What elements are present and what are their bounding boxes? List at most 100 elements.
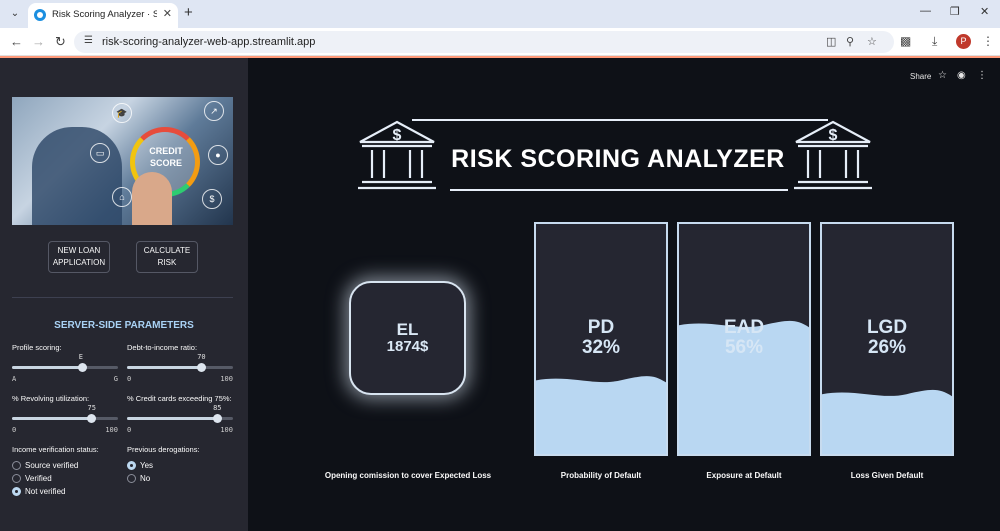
lgd-gauge-text: LGD 26%	[822, 318, 952, 359]
radio-option-no[interactable]: No	[127, 474, 237, 487]
lgd-gauge: LGD 26%	[820, 222, 954, 456]
radio-option-verified[interactable]: Verified	[12, 474, 122, 487]
sidebar: CREDIT SCORE 🎓 ▭ ⌂ ↗ ● $ NEW LOAN APPLIC…	[0, 58, 248, 531]
slider-value: 85	[213, 404, 222, 412]
slider-min: 0	[12, 426, 17, 434]
debt-to-income-slider: Debt-to-income ratio: 70 0 100	[127, 343, 233, 383]
slider-label: % Revolving utilization:	[12, 394, 90, 403]
slider-min: 0	[127, 375, 132, 383]
slider-value: 70	[197, 353, 206, 361]
profile-avatar[interactable]: P	[956, 34, 971, 49]
slider-track[interactable]	[127, 363, 233, 372]
extensions-icon[interactable]: ▩	[900, 34, 911, 48]
card-icon: ▭	[90, 143, 110, 163]
radio-button-selected[interactable]	[127, 461, 136, 470]
pointing-hand-graphic	[132, 172, 172, 225]
new-loan-button-line2: APPLICATION	[52, 258, 106, 267]
slider-fill	[127, 417, 218, 420]
server-side-parameters-title: SERVER-SIDE PARAMETERS	[54, 320, 194, 331]
hand-coin-icon: $	[202, 189, 222, 209]
expected-loss-card: EL 1874$	[349, 281, 466, 395]
slider-label: Debt-to-income ratio:	[127, 343, 198, 352]
graduation-cap-icon: 🎓	[112, 103, 132, 123]
calculate-risk-button[interactable]: CALCULATE RISK	[136, 241, 198, 273]
radio-option-not-verified[interactable]: Not verified	[12, 487, 122, 500]
radio-button[interactable]	[12, 474, 21, 483]
radio-button[interactable]	[12, 461, 21, 470]
browser-tab[interactable]: Risk Scoring Analyzer · Streamlit ✕	[28, 3, 178, 28]
new-loan-application-button[interactable]: NEW LOAN APPLICATION	[48, 241, 110, 273]
ead-gauge-text: EAD 56%	[679, 318, 809, 359]
slider-thumb[interactable]	[212, 414, 222, 423]
el-value: 1874$	[386, 338, 429, 355]
restore-icon[interactable]: ❐	[950, 5, 960, 18]
slider-fill	[12, 366, 83, 369]
browser-menu-icon[interactable]: ⋮	[982, 34, 994, 48]
star-icon[interactable]: ☆	[938, 70, 947, 81]
streamlit-favicon-icon	[34, 9, 46, 21]
slider-track[interactable]	[12, 363, 118, 372]
github-icon[interactable]: ◉	[957, 70, 966, 81]
calculate-button-line1: CALCULATE	[143, 246, 191, 255]
ead-gauge: EAD 56%	[677, 222, 811, 456]
new-tab-plus-icon[interactable]: +	[184, 4, 193, 21]
slider-track[interactable]	[12, 414, 118, 423]
main-content: Share ☆ ◉ ⋮ $ $ RISK SCORING ANALYZER EL…	[248, 58, 1000, 531]
back-arrow-icon[interactable]: ←	[10, 34, 23, 49]
zoom-icon[interactable]: ⚲	[846, 35, 854, 48]
install-app-icon[interactable]: ◫	[826, 35, 836, 48]
app-menu-icon[interactable]: ⋮	[977, 70, 987, 81]
slider-min: 0	[127, 426, 132, 434]
slider-max: 100	[105, 426, 118, 434]
forward-arrow-icon[interactable]: →	[32, 34, 45, 49]
slider-thumb[interactable]	[78, 363, 88, 372]
profile-scoring-slider: Profile scoring: E A G	[12, 343, 118, 383]
site-info-icon[interactable]: ☰	[84, 35, 93, 46]
lgd-label: LGD	[866, 317, 908, 338]
ead-label: EAD	[723, 317, 765, 338]
house-icon: ⌂	[112, 187, 132, 207]
radio-group-title: Previous derogations:	[127, 445, 200, 454]
credit-score-hero-image: CREDIT SCORE 🎓 ▭ ⌂ ↗ ● $	[12, 97, 233, 225]
pd-gauge-text: PD 32%	[536, 318, 666, 359]
calculate-button-line2: RISK	[157, 258, 177, 267]
bookmark-star-icon[interactable]: ☆	[867, 35, 877, 48]
tab-title: Risk Scoring Analyzer · Streamlit	[52, 9, 157, 20]
window-close-icon[interactable]: ✕	[980, 5, 989, 18]
minimize-icon[interactable]: —	[920, 5, 931, 17]
income-verification-radio-group: Income verification status: Source verif…	[12, 445, 122, 500]
slider-track[interactable]	[127, 414, 233, 423]
reload-icon[interactable]: ↻	[55, 34, 66, 50]
slider-min: A	[12, 375, 17, 383]
slider-value: 75	[87, 404, 96, 412]
slider-max: 100	[220, 375, 233, 383]
slider-value: E	[78, 353, 83, 361]
tab-close-icon[interactable]: ✕	[163, 7, 172, 20]
radio-option-label: Verified	[25, 474, 52, 483]
radio-group-title: Income verification status:	[12, 445, 99, 454]
ead-caption: Exposure at Default	[706, 471, 782, 480]
tab-search-chevron-icon[interactable]: ⌄	[6, 5, 24, 23]
radio-button[interactable]	[127, 474, 136, 483]
radio-option-label: No	[140, 474, 151, 483]
radio-button-selected[interactable]	[12, 487, 21, 496]
el-label: EL	[396, 320, 419, 339]
slider-thumb[interactable]	[196, 363, 206, 372]
browser-toolbar: ← → ↻ ☰ risk-scoring-analyzer-web-app.st…	[0, 28, 1000, 56]
url-text[interactable]: risk-scoring-analyzer-web-app.streamlit.…	[102, 36, 315, 48]
pd-label: PD	[587, 317, 615, 338]
slider-thumb[interactable]	[87, 414, 96, 423]
previous-derogations-radio-group: Previous derogations: Yes No	[127, 445, 237, 487]
credit-score-image-text: CREDIT SCORE	[149, 146, 183, 168]
address-bar[interactable]: ☰ risk-scoring-analyzer-web-app.streamli…	[74, 31, 894, 53]
slider-fill	[12, 417, 92, 420]
radio-option-source-verified[interactable]: Source verified	[12, 461, 122, 474]
radio-option-yes[interactable]: Yes	[127, 461, 237, 474]
slider-label: Profile scoring:	[12, 343, 62, 352]
share-button[interactable]: Share	[910, 72, 931, 81]
pd-value: 32%	[581, 337, 621, 358]
new-loan-button-line1: NEW LOAN	[57, 246, 101, 255]
radio-option-label: Yes	[140, 461, 154, 470]
el-caption: Opening comission to cover Expected Loss	[324, 471, 492, 480]
downloads-icon[interactable]: ⤓	[932, 34, 937, 49]
